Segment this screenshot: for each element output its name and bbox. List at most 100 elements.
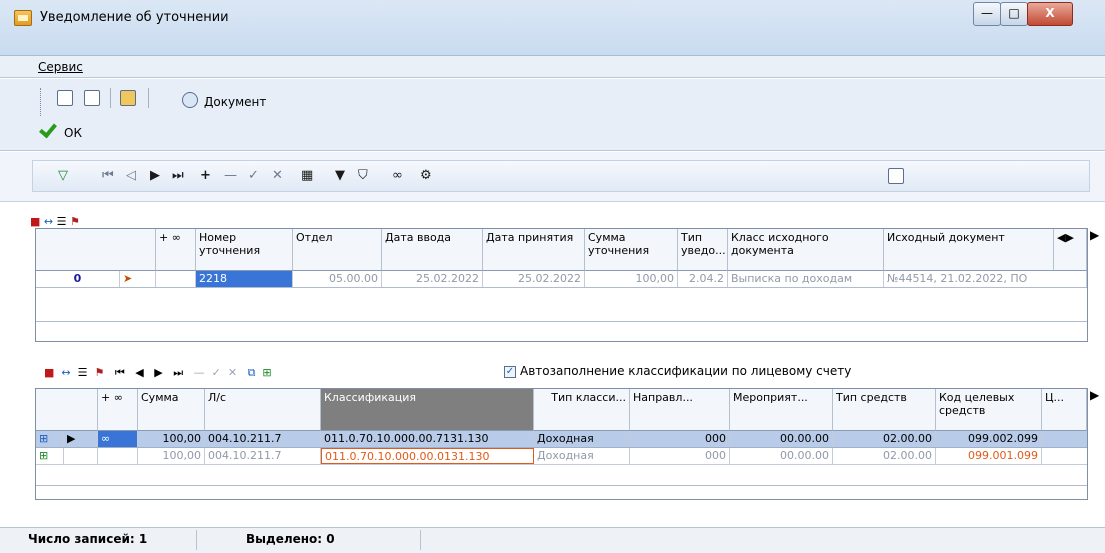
link-icon[interactable]: ∞: [392, 168, 403, 183]
column-event[interactable]: Мероприят...: [730, 389, 833, 431]
cell-event[interactable]: 00.00.00: [730, 431, 833, 447]
cell-classification[interactable]: 011.0.70.10.000.00.7131.130: [321, 431, 534, 447]
refresh-icon[interactable]: [120, 90, 136, 106]
column-class[interactable]: Класс исходного документа: [728, 229, 884, 271]
check-document-icon[interactable]: [84, 90, 100, 106]
toolbar-grip[interactable]: [40, 88, 43, 116]
settings-dropdown-icon[interactable]: ⚙: [420, 168, 432, 183]
find-icon[interactable]: ⛉: [358, 168, 368, 183]
menu-service[interactable]: Сервис: [38, 60, 83, 74]
delete-record-icon[interactable]: —: [194, 366, 205, 379]
column-dept[interactable]: Отдел: [293, 229, 382, 271]
funnel-icon[interactable]: ▼: [335, 168, 345, 183]
add-copy-icon[interactable]: ⊞: [262, 366, 271, 379]
link-cell[interactable]: [98, 448, 138, 464]
copy-icon[interactable]: ⧉: [248, 366, 256, 379]
cancel-edit-icon[interactable]: ✕: [272, 168, 283, 183]
cell-target-code[interactable]: 099.002.099: [936, 431, 1042, 447]
ok-button[interactable]: ОК: [64, 126, 82, 140]
column-date-accepted[interactable]: Дата принятия: [483, 229, 585, 271]
confirm-edit-icon[interactable]: ✓: [212, 366, 221, 379]
column-type[interactable]: Тип уведо...: [678, 229, 728, 271]
next-record-icon[interactable]: ▶: [154, 366, 162, 379]
cell-sum[interactable]: 100,00: [585, 271, 678, 287]
cell-class-type[interactable]: Доходная: [534, 431, 630, 447]
scroll-columns-control[interactable]: ◀▶: [1054, 229, 1087, 271]
table-row[interactable]: ⊞ 100,00 004.10.211.7 011.0.70.10.000.00…: [36, 448, 1087, 465]
column-fund-type[interactable]: Тип средств: [833, 389, 936, 431]
add-record-icon[interactable]: +: [200, 168, 211, 183]
cell-fund-type[interactable]: 02.00.00: [833, 448, 936, 464]
cell-number[interactable]: 2218: [196, 271, 293, 287]
column-source[interactable]: Исходный документ: [884, 229, 1054, 271]
first-record-icon[interactable]: ⏮: [115, 366, 125, 379]
column-class-type[interactable]: Тип класси...: [534, 389, 630, 431]
cell-date-in[interactable]: 25.02.2022: [382, 271, 483, 287]
cell-fund-type[interactable]: 02.00.00: [833, 431, 936, 447]
add-child-row-icon[interactable]: ⊞: [36, 448, 64, 464]
cell-sum[interactable]: 100,00: [138, 448, 205, 464]
table-row[interactable]: ⊞ ▶ ∞ 100,00 004.10.211.7 011.0.70.10.00…: [36, 431, 1087, 448]
cell-class[interactable]: Выписка по доходам: [728, 271, 884, 287]
cell-sum[interactable]: 100,00: [138, 431, 205, 447]
insert-icon[interactable]: ■: [30, 215, 40, 228]
scroll-right-icon[interactable]: ▶: [1090, 388, 1099, 402]
last-record-icon[interactable]: ⏭: [172, 168, 184, 183]
last-record-icon[interactable]: ⏭: [173, 366, 183, 379]
cell-type[interactable]: 2.04.2: [678, 271, 728, 287]
list-icon[interactable]: ☰: [78, 366, 88, 379]
cell-direction[interactable]: 000: [630, 431, 730, 447]
cell-class-type[interactable]: Доходная: [534, 448, 630, 464]
grid1-link-column[interactable]: + ∞: [156, 229, 196, 271]
search-icon[interactable]: [182, 92, 198, 108]
confirm-edit-icon[interactable]: ✓: [248, 168, 259, 183]
link-arrows-icon[interactable]: ↔: [61, 366, 70, 379]
prev-record-icon[interactable]: ◀: [135, 366, 143, 379]
cell-date-accepted[interactable]: 25.02.2022: [483, 271, 585, 287]
cell-target-code[interactable]: 099.001.099: [936, 448, 1042, 464]
prev-record-icon[interactable]: ◁: [126, 168, 136, 183]
flag-icon[interactable]: ⚑: [70, 215, 80, 228]
column-direction[interactable]: Направл...: [630, 389, 730, 431]
column-sum[interactable]: Сумма уточнения: [585, 229, 678, 271]
calculator-icon[interactable]: ▦: [301, 168, 313, 183]
column-target-code[interactable]: Код целевых средств: [936, 389, 1042, 431]
cell-dept[interactable]: 05.00.00: [293, 271, 382, 287]
delete-record-icon[interactable]: —: [224, 168, 237, 183]
grid1-footer-line: [36, 321, 1087, 322]
scroll-right-icon[interactable]: ▶: [1090, 228, 1099, 242]
close-button[interactable]: X: [1027, 2, 1073, 26]
insert-icon[interactable]: ■: [44, 366, 54, 379]
cell-source[interactable]: №44514, 21.02.2022, ПО: [884, 271, 1087, 287]
cell-event[interactable]: 00.00.00: [730, 448, 833, 464]
document-button[interactable]: Документ: [204, 95, 266, 109]
list-icon[interactable]: ☰: [57, 215, 67, 228]
new-document-icon[interactable]: [57, 90, 73, 106]
column-date-in[interactable]: Дата ввода: [382, 229, 483, 271]
next-record-icon[interactable]: ▶: [150, 168, 160, 183]
table-row[interactable]: 0 ➤ 2218 05.00.00 25.02.2022 25.02.2022 …: [36, 271, 1087, 288]
cell-account[interactable]: 004.10.211.7: [205, 431, 321, 447]
autofill-checkbox[interactable]: ✓: [504, 366, 516, 378]
window-title: Уведомление об уточнении: [40, 10, 229, 25]
cancel-edit-icon[interactable]: ✕: [228, 366, 237, 379]
filter-icon[interactable]: ▽: [58, 168, 68, 183]
cell-classification[interactable]: 011.0.70.10.000.00.0131.130: [321, 448, 534, 464]
add-row-icon[interactable]: ⊞: [36, 431, 64, 447]
column-sum[interactable]: Сумма: [138, 389, 205, 431]
column-c[interactable]: Ц...: [1042, 389, 1087, 431]
cell-direction[interactable]: 000: [630, 448, 730, 464]
minimize-button[interactable]: —: [973, 2, 1001, 26]
edit-note-icon[interactable]: [888, 168, 904, 184]
column-account[interactable]: Л/с: [205, 389, 321, 431]
column-number[interactable]: Номер уточнения: [196, 229, 293, 271]
cell-account[interactable]: 004.10.211.7: [205, 448, 321, 464]
link-cell[interactable]: [156, 271, 196, 287]
column-classification[interactable]: Классификация: [321, 389, 534, 431]
link-cell[interactable]: ∞: [98, 431, 138, 447]
flag-icon[interactable]: ⚑: [95, 366, 105, 379]
first-record-icon[interactable]: ⏮: [102, 168, 114, 183]
maximize-button[interactable]: □: [1000, 2, 1028, 26]
grid2-link-column[interactable]: + ∞: [98, 389, 138, 431]
link-arrows-icon[interactable]: ↔: [44, 215, 53, 228]
